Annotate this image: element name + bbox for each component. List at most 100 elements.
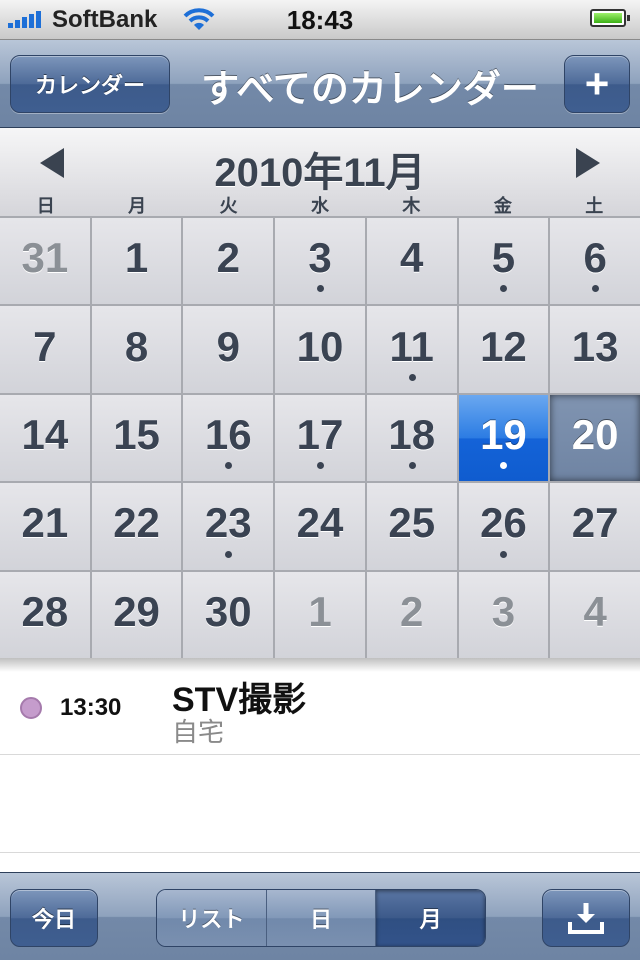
add-event-button[interactable]: + <box>564 55 630 113</box>
calendar-day[interactable]: 28 <box>0 571 90 658</box>
calendar-day[interactable]: 12 <box>458 306 549 393</box>
day-number: 30 <box>204 587 252 635</box>
empty-list-row <box>0 754 640 853</box>
day-number: 16 <box>204 410 252 458</box>
calendar-day[interactable]: 30 <box>183 571 274 658</box>
calendar-color-dot-icon <box>20 697 42 719</box>
weekday-label: 月 <box>128 196 147 216</box>
calendar-day[interactable]: 3 <box>458 571 549 658</box>
battery-icon <box>590 9 630 27</box>
plus-icon: + <box>584 60 610 107</box>
day-number: 1 <box>124 234 149 282</box>
calendars-back-button[interactable]: カレンダー <box>10 55 170 113</box>
calendar-day-selected[interactable]: 19 <box>458 394 549 482</box>
weekday-labels: 日 月 火 水 木 金 土 <box>0 192 640 218</box>
navigation-bar: カレンダー すべてのカレンダー + <box>0 40 640 128</box>
calendar-day[interactable]: 23 <box>183 483 274 570</box>
calendar-day[interactable]: 3 <box>275 218 365 305</box>
event-indicator-dot-icon <box>225 462 233 470</box>
day-number: 25 <box>388 499 436 547</box>
calendar-day[interactable]: 4 <box>550 571 640 658</box>
calendar-day[interactable]: 1 <box>91 218 182 305</box>
calendar-day-today[interactable]: 20 <box>550 394 640 482</box>
calendar-day[interactable]: 8 <box>91 306 182 393</box>
status-time: 18:43 <box>286 5 354 35</box>
day-number: 6 <box>583 234 607 282</box>
calendar-day[interactable]: 11 <box>366 306 457 393</box>
day-number: 20 <box>571 410 619 458</box>
segment-list[interactable]: リスト <box>157 890 267 946</box>
calendar-day[interactable]: 25 <box>366 483 457 570</box>
day-number: 7 <box>33 322 57 370</box>
event-indicator-dot-icon <box>592 285 600 293</box>
calendar-day[interactable]: 2 <box>183 218 274 305</box>
event-row[interactable]: 13:30 STV撮影 自宅 <box>0 658 640 755</box>
next-month-arrow-icon[interactable] <box>576 148 600 178</box>
calendar-day[interactable]: 16 <box>183 394 274 482</box>
bottom-toolbar: 今日 リスト 日 月 <box>0 872 640 960</box>
calendar-day[interactable]: 21 <box>0 483 90 570</box>
month-header: 2010年11月 日 月 火 水 木 金 土 <box>0 128 640 216</box>
calendar-day[interactable]: 7 <box>0 306 90 393</box>
calendar-day[interactable]: 29 <box>91 571 182 658</box>
segment-day[interactable]: 日 <box>266 890 377 946</box>
calendar-day[interactable]: 10 <box>275 306 365 393</box>
day-number: 10 <box>296 322 344 370</box>
calendar-day[interactable]: 27 <box>550 483 640 570</box>
calendar-grid: 31 1 2 3 4 5 6 7 8 9 10 11 12 13 14 15 16 17 18 19 20 21 22 23 2… <box>0 216 640 658</box>
event-indicator-dot-icon <box>316 462 324 470</box>
calendar-day[interactable]: 15 <box>91 394 182 482</box>
calendar-day[interactable]: 2 <box>366 571 457 658</box>
day-number: 1 <box>308 587 332 635</box>
view-mode-segmented-control: リスト 日 月 <box>156 889 486 947</box>
segment-month[interactable]: 月 <box>376 890 485 946</box>
day-number: 18 <box>388 410 436 458</box>
day-number: 15 <box>113 410 160 458</box>
day-number: 2 <box>400 587 424 635</box>
day-number: 3 <box>491 587 516 635</box>
calendar-day[interactable]: 6 <box>550 218 640 305</box>
calendar-day[interactable]: 13 <box>550 306 640 393</box>
calendar-day[interactable]: 31 <box>0 218 90 305</box>
calendar-day[interactable]: 24 <box>275 483 365 570</box>
page-title: すべてのカレンダー <box>201 69 539 111</box>
calendar-day[interactable]: 14 <box>0 394 90 482</box>
calendar-day[interactable]: 5 <box>458 218 549 305</box>
weekday-label: 土 <box>585 196 604 216</box>
day-number: 9 <box>216 322 240 370</box>
weekday-label: 金 <box>493 196 512 216</box>
day-number: 11 <box>389 322 434 370</box>
calendar-day[interactable]: 17 <box>275 394 365 482</box>
inbox-download-button[interactable] <box>542 889 630 947</box>
weekday-label: 木 <box>402 196 421 216</box>
weekday-label: 火 <box>219 196 238 216</box>
day-number: 24 <box>296 499 344 547</box>
status-bar: SoftBank 18:43 <box>0 0 640 40</box>
day-number: 14 <box>21 410 69 458</box>
day-number: 23 <box>204 499 252 547</box>
day-number: 2 <box>216 234 240 282</box>
today-button[interactable]: 今日 <box>10 889 98 947</box>
calendar-day[interactable]: 9 <box>183 306 274 393</box>
event-indicator-dot-icon <box>500 462 508 470</box>
calendar-day[interactable]: 18 <box>366 394 457 482</box>
calendar-day[interactable]: 26 <box>458 483 549 570</box>
day-number: 26 <box>480 499 527 547</box>
calendar-day[interactable]: 1 <box>275 571 365 658</box>
day-number: 13 <box>571 322 619 370</box>
day-number: 17 <box>296 410 344 458</box>
calendar-day[interactable]: 22 <box>91 483 182 570</box>
day-number: 29 <box>113 587 160 635</box>
day-number: 31 <box>21 234 69 282</box>
day-number: 3 <box>308 234 332 282</box>
day-number: 21 <box>21 499 69 547</box>
month-title: 2010年11月 <box>214 151 426 195</box>
event-location: 自宅 <box>172 717 225 747</box>
calendar-day[interactable]: 4 <box>366 218 457 305</box>
event-indicator-dot-icon <box>225 550 233 558</box>
event-indicator-dot-icon <box>408 373 416 381</box>
day-number: 12 <box>480 322 527 370</box>
event-indicator-dot-icon <box>500 285 508 293</box>
day-number: 5 <box>491 234 516 282</box>
event-indicator-dot-icon <box>500 550 508 558</box>
